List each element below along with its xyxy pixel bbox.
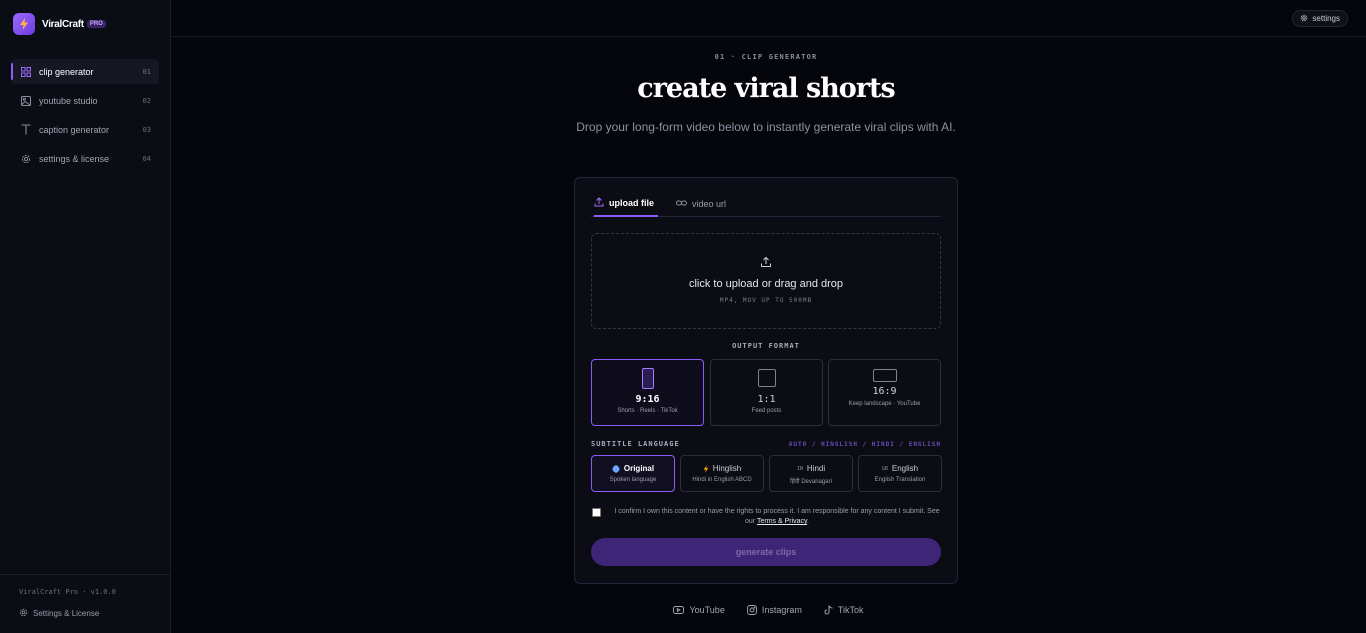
sidebar-item-label: clip generator <box>39 66 94 77</box>
format-option-1-1[interactable]: 1:1 Feed posts <box>710 359 823 426</box>
settings-button[interactable]: settings <box>1292 10 1348 27</box>
language-name: Original <box>623 464 655 473</box>
format-option-9-16[interactable]: 9:16 Shorts · Reels · TikTok <box>591 359 704 426</box>
language-desc: Spoken language <box>609 477 657 483</box>
language-modes: AUTO / HINGLISH / HINDI / ENGLISH <box>788 441 941 448</box>
tab-label: video url <box>692 198 727 209</box>
sidebar-item-number: 03 <box>142 125 151 134</box>
language-option-hinglish[interactable]: Hinglish Hindi in English ABCD <box>680 455 764 492</box>
format-ratio: 1:1 <box>757 394 776 405</box>
sidebar-item-number: 02 <box>142 96 151 105</box>
image-icon <box>20 95 31 106</box>
version-text: ViralCraft Pro · v1.0.0 <box>19 588 116 596</box>
tab-video-url[interactable]: video url <box>676 190 726 217</box>
language-option-english[interactable]: GB English English Translation <box>858 455 942 492</box>
text-icon <box>20 124 31 135</box>
format-desc: Feed posts <box>751 408 782 414</box>
youtube-icon <box>673 606 685 614</box>
social-link-instagram[interactable]: Instagram <box>746 605 802 615</box>
sidebar-item-caption-generator[interactable]: caption generator 03 <box>11 117 159 142</box>
language-desc: Hindi in English ABCD <box>692 477 752 483</box>
upload-icon <box>760 255 772 273</box>
sidebar-item-number: 04 <box>142 154 151 163</box>
landscape-ratio-icon <box>872 369 897 382</box>
sidebar-footer: ViralCraft Pro · v1.0.0 Settings & Licen… <box>0 574 170 633</box>
social-links: YouTube Instagram TikTok <box>0 605 1366 615</box>
clip-generator-card: upload file video url click to upload or… <box>574 177 958 584</box>
sidebar-nav: clip generator 01 youtube studio 02 capt… <box>11 59 159 175</box>
logo-icon <box>13 13 35 35</box>
format-option-16-9[interactable]: 16:9 Keep landscape · YouTube <box>828 359 941 426</box>
sidebar-item-label: caption generator <box>39 124 110 135</box>
social-link-youtube[interactable]: YouTube <box>502 605 725 615</box>
language-option-original[interactable]: Original Spoken language <box>591 455 675 492</box>
social-label: Instagram <box>761 605 802 615</box>
consent-checkbox[interactable] <box>592 508 601 517</box>
language-option-hindi[interactable]: IN Hindi हिंदी Devanagari <box>769 455 853 492</box>
pro-badge: PRO <box>86 20 106 28</box>
terms-privacy-link[interactable]: Terms & Privacy <box>757 518 807 525</box>
square-ratio-icon <box>757 369 776 387</box>
tiktok-icon <box>824 605 833 615</box>
dropzone-hint: MP4, MOV UP TO 500MB <box>719 297 813 304</box>
format-desc: Keep landscape · YouTube <box>848 401 921 407</box>
social-link-tiktok[interactable]: TikTok <box>824 605 864 615</box>
link-icon <box>676 199 687 209</box>
language-tag: GB <box>881 465 888 472</box>
brand[interactable]: ViralCraft PRO <box>13 13 106 35</box>
language-name: Hinglish <box>712 464 742 473</box>
bolt-icon <box>703 464 709 473</box>
source-tabs: upload file video url <box>591 190 941 217</box>
sidebar-item-clip-generator[interactable]: clip generator 01 <box>11 59 159 84</box>
topbar: settings <box>171 0 1366 37</box>
social-label: YouTube <box>689 605 725 615</box>
brand-name: ViralCraft <box>42 18 84 30</box>
page-eyebrow: 01 · CLIP GENERATOR <box>714 53 818 61</box>
gear-icon <box>20 153 31 164</box>
instagram-icon <box>746 605 757 615</box>
settings-label: settings <box>1312 14 1340 23</box>
language-name: Hindi <box>806 464 826 473</box>
format-desc: Shorts · Reels · TikTok <box>617 408 678 414</box>
page-title: create viral shorts <box>637 73 895 104</box>
language-name: English <box>891 464 919 473</box>
format-ratio: 16:9 <box>872 386 897 397</box>
gear-icon <box>1300 14 1308 24</box>
portrait-ratio-icon <box>641 368 654 389</box>
page-subtitle: Drop your long-form video below to insta… <box>576 120 956 134</box>
language-desc: हिंदी Devanagari <box>790 479 832 485</box>
sidebar-item-youtube-studio[interactable]: youtube studio 02 <box>11 88 159 113</box>
sidebar: ViralCraft PRO clip generator 01 youtube… <box>0 0 171 633</box>
tab-upload-file[interactable]: upload file <box>594 190 658 217</box>
globe-icon <box>612 464 620 473</box>
language-desc: English Translation <box>874 477 926 483</box>
output-format-label: OUTPUT FORMAT <box>732 342 800 350</box>
generate-clips-button[interactable]: generate clips <box>591 538 941 566</box>
sidebar-item-settings-license[interactable]: settings & license 04 <box>11 146 159 171</box>
sidebar-item-label: settings & license <box>39 153 110 164</box>
consent-text: I confirm I own this content or have the… <box>613 507 941 527</box>
grid-icon <box>20 66 31 77</box>
upload-icon <box>594 196 604 209</box>
language-tag: IN <box>796 465 803 472</box>
consent-end: . <box>807 518 809 525</box>
upload-dropzone[interactable]: click to upload or drag and drop MP4, MO… <box>591 233 941 329</box>
consent-row: I confirm I own this content or have the… <box>591 507 941 527</box>
subtitle-language-label: SUBTITLE LANGUAGE <box>591 440 680 448</box>
social-label: TikTok <box>837 605 864 615</box>
dropzone-title: click to upload or drag and drop <box>688 278 844 290</box>
sidebar-item-number: 01 <box>142 67 151 76</box>
format-ratio: 9:16 <box>635 394 660 405</box>
sidebar-item-label: youtube studio <box>39 95 98 106</box>
tab-label: upload file <box>609 197 654 208</box>
